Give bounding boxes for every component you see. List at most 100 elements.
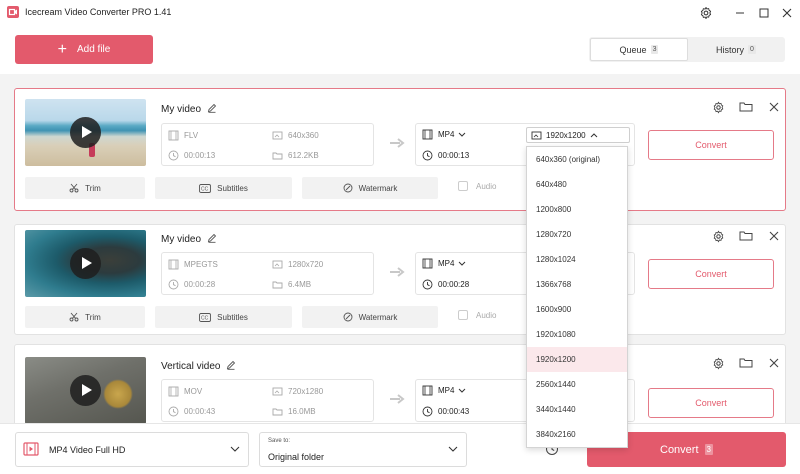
chevron-down-icon	[448, 445, 458, 455]
output-duration: 00:00:43	[422, 406, 469, 417]
card-actions	[708, 99, 784, 115]
source-duration: 00:00:43	[168, 406, 215, 417]
resolution-option[interactable]: 1280x1024	[527, 247, 627, 272]
queue-history-tabs: Queue 3 History 0	[589, 37, 785, 62]
file-name: Vertical video	[161, 360, 236, 373]
resolution-option[interactable]: 1200x800	[527, 197, 627, 222]
convert-all-count-badge: 3	[704, 444, 713, 455]
watermark-icon	[343, 312, 353, 322]
clock-icon	[422, 406, 433, 417]
output-format-select[interactable]: MP4	[422, 385, 471, 396]
tab-queue[interactable]: Queue 3	[590, 38, 688, 61]
resolution-option[interactable]: 2560x1440	[527, 372, 627, 397]
output-duration: 00:00:13	[422, 150, 469, 161]
convert-all-label: Convert	[660, 443, 699, 456]
trim-button[interactable]: Trim	[25, 177, 145, 199]
arrow-right-icon	[389, 266, 405, 280]
open-folder-icon[interactable]	[736, 228, 756, 244]
clock-icon	[422, 279, 433, 290]
checkbox-icon[interactable]	[458, 181, 468, 191]
pencil-edit-icon[interactable]	[226, 360, 236, 373]
file-settings-gear-icon[interactable]	[708, 99, 728, 115]
scissors-icon	[69, 312, 79, 322]
chevron-down-icon	[459, 261, 466, 266]
tab-queue-label: Queue	[619, 44, 647, 55]
resolution-icon	[272, 387, 283, 396]
film-icon	[168, 130, 179, 141]
tab-history[interactable]: History 0	[688, 38, 784, 61]
play-icon[interactable]	[70, 117, 101, 148]
settings-gear-icon[interactable]	[697, 4, 715, 22]
app-logo-icon	[7, 6, 19, 18]
film-icon	[168, 259, 179, 270]
maximize-icon[interactable]	[755, 4, 773, 22]
arrow-right-icon	[389, 137, 405, 151]
resolution-option[interactable]: 640x480	[527, 172, 627, 197]
source-info: MOV 00:00:43 720x1280 16.0MB	[161, 379, 374, 422]
remove-file-close-icon[interactable]	[764, 355, 784, 371]
file-settings-gear-icon[interactable]	[708, 355, 728, 371]
resolution-option[interactable]: 1920x1080	[527, 322, 627, 347]
pencil-edit-icon[interactable]	[207, 103, 217, 116]
open-folder-icon[interactable]	[736, 99, 756, 115]
file-card[interactable]: My video FLV 00:00:13 640x360 612.2KB MP…	[14, 88, 786, 211]
save-to-label: Save to:	[268, 438, 291, 444]
play-icon[interactable]	[70, 375, 101, 406]
remove-file-close-icon[interactable]	[764, 99, 784, 115]
source-size: 16.0MB	[272, 406, 316, 417]
video-thumbnail[interactable]	[25, 99, 146, 166]
output-resolution-select[interactable]: 1920x1200	[526, 127, 630, 143]
open-folder-icon[interactable]	[736, 355, 756, 371]
file-settings-gear-icon[interactable]	[708, 228, 728, 244]
resolution-option[interactable]: 1600x900	[527, 297, 627, 322]
resolution-option[interactable]: 1280x720	[527, 222, 627, 247]
pencil-edit-icon[interactable]	[207, 233, 217, 246]
convert-button[interactable]: Convert	[648, 388, 774, 418]
chevron-down-icon	[459, 132, 466, 137]
film-preset-icon	[23, 441, 39, 458]
close-window-icon[interactable]	[778, 4, 796, 22]
scissors-icon	[69, 183, 79, 193]
watermark-button[interactable]: Watermark	[302, 177, 438, 199]
folder-icon	[272, 152, 283, 160]
watermark-button[interactable]: Watermark	[302, 306, 438, 328]
checkbox-icon[interactable]	[458, 310, 468, 320]
chevron-down-icon	[459, 388, 466, 393]
resolution-dropdown: 640x360 (original) 640x480 1200x800 1280…	[526, 146, 628, 448]
video-thumbnail[interactable]	[25, 230, 146, 297]
minimize-icon[interactable]	[731, 4, 749, 22]
play-icon[interactable]	[70, 248, 101, 279]
video-thumbnail[interactable]	[25, 357, 146, 424]
convert-button[interactable]: Convert	[648, 259, 774, 289]
audio-checkbox[interactable]: Audio	[458, 181, 496, 191]
edit-tools: Trim CC Subtitles Watermark Audio	[25, 177, 525, 199]
output-format-select[interactable]: MP4	[422, 258, 471, 269]
source-resolution: 1280x720	[272, 259, 323, 270]
title-bar: Icecream Video Converter PRO 1.41	[0, 0, 800, 26]
resolution-option[interactable]: 1366x768	[527, 272, 627, 297]
resolution-option[interactable]: 640x360 (original)	[527, 147, 627, 172]
resolution-option[interactable]: 3840x2160	[527, 422, 627, 447]
source-format: FLV	[168, 130, 198, 141]
file-card[interactable]: My video MPEGTS 00:00:28 1280x720 6.4MB	[14, 224, 786, 335]
resolution-option[interactable]: 3440x1440	[527, 397, 627, 422]
clock-icon	[168, 279, 179, 290]
watermark-icon	[343, 183, 353, 193]
app-title: Icecream Video Converter PRO 1.41	[25, 7, 172, 17]
file-name-text: My video	[161, 234, 202, 245]
file-name-text: Vertical video	[161, 361, 221, 372]
output-format-select[interactable]: MP4	[422, 129, 471, 140]
save-to-select[interactable]: Save to: Original folder	[259, 432, 467, 467]
audio-checkbox[interactable]: Audio	[458, 310, 496, 320]
subtitles-button[interactable]: CC Subtitles	[155, 177, 292, 199]
preset-label: MP4 Video Full HD	[49, 444, 126, 455]
resolution-option-selected[interactable]: 1920x1200	[527, 347, 627, 372]
add-file-button[interactable]: + Add file	[15, 35, 153, 64]
trim-button[interactable]: Trim	[25, 306, 145, 328]
edit-tools: Trim CC Subtitles Watermark Audio	[25, 306, 525, 328]
subtitles-button[interactable]: CC Subtitles	[155, 306, 292, 328]
remove-file-close-icon[interactable]	[764, 228, 784, 244]
output-preset-select[interactable]: MP4 Video Full HD	[15, 432, 249, 467]
bottom-bar: MP4 Video Full HD Save to: Original fold…	[0, 423, 800, 474]
convert-button[interactable]: Convert	[648, 130, 774, 160]
